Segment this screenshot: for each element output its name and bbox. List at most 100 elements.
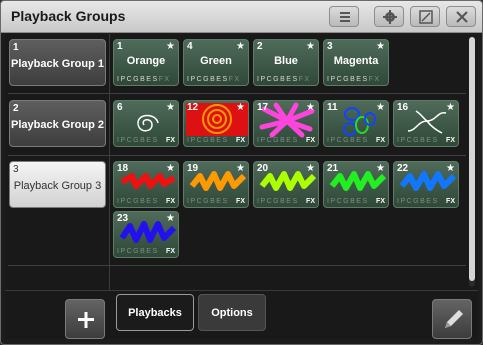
tile-name: Magenta: [333, 55, 379, 67]
fx-label: FX: [166, 248, 175, 255]
scrollbar-thumb[interactable]: [469, 37, 475, 281]
playback-tile-22[interactable]: 22 ★ IPCGBES FX: [393, 161, 459, 208]
star-icon: ★: [166, 163, 175, 174]
tile-name: Blue: [274, 55, 298, 67]
menu-button[interactable]: [329, 6, 359, 27]
fx-label: FX: [306, 137, 315, 144]
star-icon: ★: [236, 163, 245, 174]
attribute-indicators: IPCGBES: [257, 198, 299, 205]
fx-label: FX: [376, 198, 385, 205]
playback-tile-19[interactable]: 19 ★ IPCGBES FX: [183, 161, 249, 208]
close-button[interactable]: [446, 6, 476, 27]
playback-tile-20[interactable]: 20 ★ IPCGBES FX: [253, 161, 319, 208]
attribute-indicators: IPCGBES: [117, 137, 159, 144]
star-icon: ★: [166, 41, 175, 52]
close-icon: [456, 11, 468, 23]
group-label: Playback Group 1: [11, 58, 104, 70]
star-icon: ★: [446, 163, 455, 174]
tile-number: 20: [257, 163, 269, 174]
fx-label: FX: [166, 198, 175, 205]
tile-number: 3: [327, 41, 333, 52]
playback-group-1-button[interactable]: 1 Playback Group 1: [9, 39, 106, 86]
menu-icon: [340, 12, 350, 22]
attribute-indicators: IPCGBES: [257, 137, 299, 144]
title-bar: Playback Groups: [1, 1, 482, 33]
fx-label: FX: [446, 198, 455, 205]
playback-tile-23[interactable]: 23 ★ IPCGBES FX: [113, 211, 179, 258]
attribute-indicators: IPCGBESFX: [257, 76, 311, 83]
settings-button[interactable]: [374, 6, 404, 27]
star-icon: ★: [306, 163, 315, 174]
star-icon: ★: [166, 213, 175, 224]
playback-tile-blue[interactable]: 2 ★ Blue IPCGBESFX: [253, 39, 319, 86]
bottom-toolbar: Playbacks Options: [5, 290, 478, 339]
fx-label: FX: [166, 137, 175, 144]
group-number: 3: [13, 164, 19, 175]
tile-number: 18: [117, 163, 129, 174]
attribute-indicators: IPCGBES: [117, 248, 159, 255]
fx-label: FX: [236, 137, 245, 144]
pencil-icon: [445, 310, 463, 328]
gear-icon: [383, 10, 397, 24]
star-icon: ★: [236, 41, 245, 52]
tab-playbacks[interactable]: Playbacks: [116, 294, 194, 331]
star-icon: ★: [306, 102, 315, 113]
tile-number: 23: [117, 213, 129, 224]
group-label: Playback Group 3: [13, 180, 102, 192]
playback-tile-green[interactable]: 4 ★ Green IPCGBESFX: [183, 39, 249, 86]
tile-name: Green: [200, 55, 232, 67]
tile-number: 11: [327, 102, 338, 113]
playback-group-2-button[interactable]: 2 Playback Group 2: [9, 100, 106, 147]
tab-label: Options: [211, 307, 253, 319]
attribute-indicators: IPCGBES: [187, 137, 229, 144]
add-group-button[interactable]: [65, 299, 105, 339]
row-separator: [8, 93, 466, 94]
playback-tile-17[interactable]: 17 ★ IPCGBES FX: [253, 100, 319, 147]
fx-label: FX: [446, 137, 455, 144]
star-icon: ★: [446, 102, 455, 113]
attribute-indicators: IPCGBESFX: [187, 76, 241, 83]
playback-tile-12[interactable]: 12 ★ IPCGBES FX: [183, 100, 249, 147]
playback-groups-window: Playback Groups 1 Playback Group 1 2 Pla…: [0, 0, 483, 345]
tile-number: 12: [187, 102, 199, 113]
tile-number: 22: [397, 163, 409, 174]
attribute-indicators: IPCGBES: [397, 198, 439, 205]
group-number: 1: [13, 42, 19, 53]
tile-number: 16: [397, 102, 409, 113]
playback-tile-11[interactable]: 11 ★ IPCGBES FX: [323, 100, 389, 147]
resize-icon: [419, 10, 433, 24]
tab-options[interactable]: Options: [198, 294, 266, 331]
edit-button[interactable]: [432, 299, 472, 339]
playback-tile-6[interactable]: 6 ★ IPCGBES FX: [113, 100, 179, 147]
attribute-indicators: IPCGBES: [397, 137, 439, 144]
tile-number: 2: [257, 41, 263, 52]
tile-name: Orange: [126, 55, 166, 67]
playback-group-3-button[interactable]: 3 Playback Group 3: [9, 161, 106, 208]
tab-label: Playbacks: [128, 307, 182, 319]
resize-button[interactable]: [410, 6, 440, 27]
playback-tile-21[interactable]: 21 ★ IPCGBES FX: [323, 161, 389, 208]
playback-tile-magenta[interactable]: 3 ★ Magenta IPCGBESFX: [323, 39, 389, 86]
group-label: Playback Group 2: [11, 119, 104, 131]
tile-number: 21: [327, 163, 339, 174]
fx-label: FX: [376, 137, 385, 144]
star-icon: ★: [376, 41, 385, 52]
fx-label: FX: [236, 198, 245, 205]
playback-tile-16[interactable]: 16 ★ IPCGBES FX: [393, 100, 459, 147]
row-separator: [8, 155, 466, 156]
attribute-indicators: IPCGBES: [117, 198, 159, 205]
fx-label: FX: [306, 198, 315, 205]
star-icon: ★: [236, 102, 245, 113]
tile-number: 6: [117, 102, 123, 113]
window-title: Playback Groups: [11, 8, 126, 24]
tile-number: 1: [117, 41, 123, 52]
group-number: 2: [13, 103, 19, 114]
playback-tile-orange[interactable]: 1 ★ Orange IPCGBESFX: [113, 39, 179, 86]
attribute-indicators: IPCGBES: [327, 137, 369, 144]
attribute-indicators: IPCGBESFX: [117, 76, 171, 83]
star-icon: ★: [306, 41, 315, 52]
star-icon: ★: [376, 163, 385, 174]
playback-tile-18[interactable]: 18 ★ IPCGBES FX: [113, 161, 179, 208]
attribute-indicators: IPCGBES: [187, 198, 229, 205]
attribute-indicators: IPCGBESFX: [327, 76, 381, 83]
